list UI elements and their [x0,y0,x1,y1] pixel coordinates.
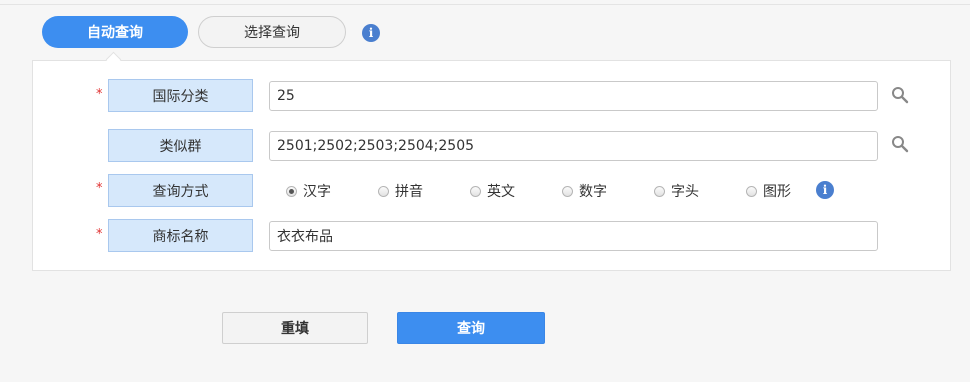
info-icon[interactable]: i [816,181,834,199]
trademark-name-input[interactable]: 衣衣布品 [269,221,878,251]
intl-class-input[interactable]: 25 [269,81,878,111]
radio-label: 拼音 [395,184,423,200]
tab-select-query[interactable]: 选择查询 [198,16,346,48]
radio-button[interactable] [378,185,389,197]
tab-auto-query[interactable]: 自动查询 [42,16,188,48]
intl-class-label: 国际分类 [108,79,253,112]
required-mark: * [96,227,103,242]
reset-button[interactable]: 重填 [222,312,368,344]
radio-hanzi[interactable]: 汉字 [286,182,331,200]
radio-graphic[interactable]: 图形 [746,182,791,200]
radio-button[interactable] [470,185,481,197]
query-button[interactable]: 查询 [397,312,545,344]
required-mark: * [96,87,103,102]
info-icon[interactable]: i [362,24,380,42]
radio-digits[interactable]: 数字 [562,182,607,200]
radio-button[interactable] [286,185,297,197]
search-icon[interactable] [891,135,909,153]
radio-button[interactable] [562,185,573,197]
top-divider [0,4,970,5]
radio-pinyin[interactable]: 拼音 [378,182,423,200]
radio-button[interactable] [746,185,757,197]
radio-label: 汉字 [303,184,331,200]
radio-label: 字头 [671,184,699,200]
radio-button[interactable] [654,185,665,197]
radio-english[interactable]: 英文 [470,182,515,200]
radio-label: 图形 [763,184,791,200]
similar-group-input[interactable]: 2501;2502;2503;2504;2505 [269,131,878,161]
radio-initials[interactable]: 字头 [654,182,699,200]
required-mark: * [96,181,103,196]
radio-label: 数字 [579,184,607,200]
similar-group-label: 类似群 [108,129,253,162]
radio-label: 英文 [487,184,515,200]
search-icon[interactable] [891,86,909,104]
trademark-name-label: 商标名称 [108,219,253,252]
query-method-label: 查询方式 [108,174,253,207]
